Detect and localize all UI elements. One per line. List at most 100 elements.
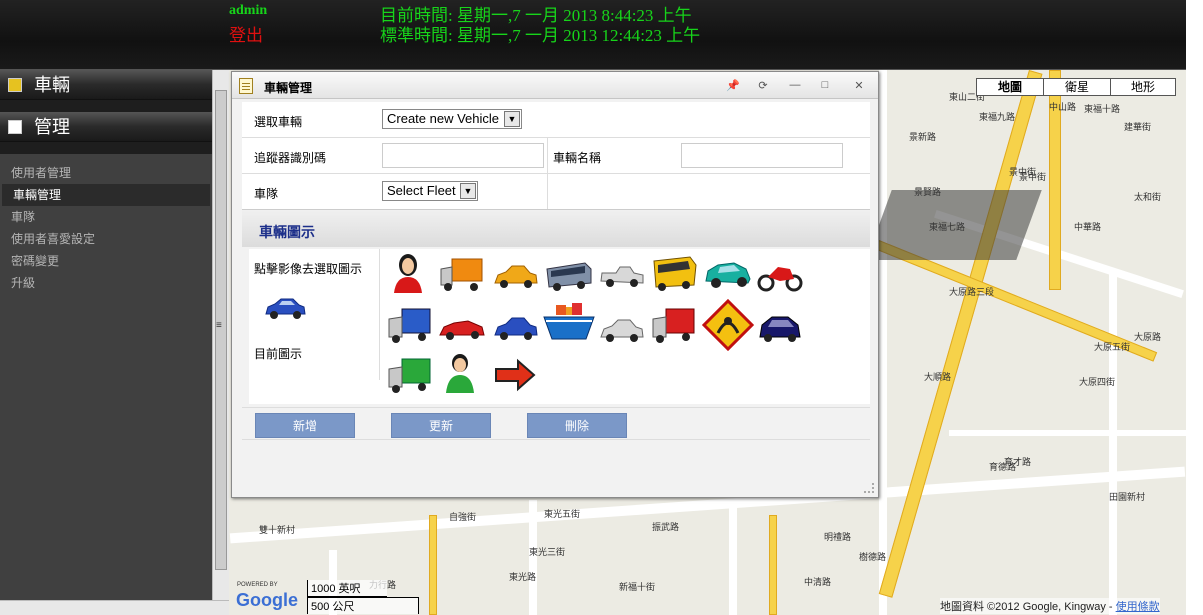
terms-link[interactable]: 使用條款	[1116, 601, 1160, 613]
dialog-titlebar[interactable]: 車輛管理 📌 ⟳ — □ ✕	[232, 72, 878, 99]
current-icon-label: 目前圖示	[254, 347, 303, 361]
car-navy-icon[interactable]	[756, 307, 804, 351]
car-teal-icon[interactable]	[704, 253, 752, 297]
map-label: 中華路	[1074, 222, 1102, 232]
fleet-dropdown[interactable]: Select Fleet ▼	[382, 181, 478, 201]
splitter-handle[interactable]: ≡	[216, 320, 222, 331]
scale-meters: 500 公尺	[307, 597, 419, 614]
refresh-icon[interactable]: ⟳	[756, 79, 770, 92]
map-label: 東光路	[509, 572, 537, 582]
car-silver-icon[interactable]	[598, 309, 646, 353]
truck-red-icon[interactable]	[650, 305, 698, 349]
sidebar-section-vehicle[interactable]: 車輛	[0, 70, 212, 100]
sidebar-scrollbar[interactable]: ≡	[212, 70, 229, 600]
map-label: 景中街	[1019, 172, 1047, 182]
map-label: 自強街	[449, 512, 477, 522]
person-green-icon[interactable]	[438, 351, 486, 395]
map-label: 東福七路	[929, 222, 966, 232]
vehicle-icon-section-header: 車輛圖示	[242, 209, 870, 247]
sidebar-gap	[0, 142, 212, 154]
current-icon-panel: 點擊影像去選取圖示 目前圖示	[249, 249, 380, 380]
map-label: 大原四街	[1079, 377, 1116, 387]
current-car-blue-icon	[265, 298, 306, 319]
select-vehicle-label: 選取車輛	[254, 115, 303, 129]
form-row-tracker: 追蹤器識別碼 車輛名稱	[242, 138, 870, 174]
resize-handle[interactable]	[864, 483, 874, 493]
sidebar-item-fleet[interactable]: 車隊	[0, 206, 212, 228]
divider	[242, 407, 870, 408]
map-road	[1109, 270, 1117, 615]
truck-green-icon[interactable]	[386, 355, 434, 399]
attribution-text: 地圖資料 ©2012 Google, Kingway -	[940, 601, 1116, 613]
map-highway	[769, 515, 777, 615]
form-row-fleet: 車隊 Select Fleet ▼	[242, 174, 870, 210]
motorcycle-red-icon[interactable]	[756, 255, 804, 299]
maximize-icon[interactable]: □	[818, 79, 832, 91]
map-label: 明禮路	[824, 532, 852, 542]
minimize-icon[interactable]: —	[788, 79, 802, 91]
map-label: 景賢路	[914, 187, 942, 197]
sidebar-section-manage[interactable]: 管理	[0, 112, 212, 142]
person-red-icon[interactable]	[386, 251, 434, 295]
sidebar-item-vehicle-management[interactable]: 車輛管理	[2, 184, 210, 206]
map-type-satellite-button[interactable]: 衛星	[1043, 78, 1111, 96]
sidebar-item-user-preferences[interactable]: 使用者喜愛設定	[0, 228, 212, 250]
vehicle-management-dialog: 車輛管理 📌 ⟳ — □ ✕ 選取車輛 Create new Vehicle ▼…	[231, 71, 879, 498]
vehicle-name-input[interactable]	[681, 143, 843, 168]
delete-button[interactable]: 刪除	[527, 413, 627, 438]
arrow-icon[interactable]	[492, 353, 540, 397]
select-vehicle-dropdown[interactable]: Create new Vehicle ▼	[382, 109, 522, 129]
car-yellow-icon[interactable]	[492, 255, 540, 299]
car-blue-icon[interactable]	[492, 307, 540, 351]
sidebar-section-vehicle-label: 車輛	[34, 75, 70, 95]
page-right-margin	[1186, 0, 1203, 615]
dialog-title: 車輛管理	[264, 81, 313, 95]
horizontal-scrollbar[interactable]	[0, 600, 229, 615]
close-icon[interactable]: ✕	[852, 79, 866, 92]
logout-link[interactable]: 登出	[229, 21, 263, 46]
standard-time: 標準時間: 星期一,7 一月 2013 12:44:23 上午	[380, 26, 701, 45]
column-divider	[547, 138, 548, 174]
pin-icon[interactable]: 📌	[726, 79, 740, 92]
google-logo[interactable]: Google	[236, 590, 298, 611]
sports-car-red-icon[interactable]	[438, 307, 486, 351]
vehicle-icon-section-title: 車輛圖示	[259, 224, 315, 240]
icon-grid	[382, 249, 862, 404]
powered-by-text: POWERED BY	[237, 582, 278, 588]
scale-feet: 1000 英呎	[307, 580, 387, 597]
map-label: 新福十街	[619, 582, 656, 592]
tracker-id-label: 追蹤器識別碼	[254, 151, 327, 165]
sidebar-item-change-password[interactable]: 密碼變更	[0, 250, 212, 272]
map-label: 中山路	[1049, 102, 1077, 112]
sidebar-item-user-management[interactable]: 使用者管理	[0, 162, 212, 184]
map-type-map-button[interactable]: 地圖	[976, 78, 1044, 96]
map-road	[879, 70, 887, 615]
map-type-terrain-button[interactable]: 地形	[1110, 78, 1176, 96]
update-button[interactable]: 更新	[391, 413, 491, 438]
map-road	[949, 430, 1186, 436]
sidebar-item-upgrade[interactable]: 升級	[0, 272, 212, 294]
fleet-label: 車隊	[254, 187, 279, 201]
fleet-value: Select Fleet	[387, 183, 456, 198]
chevron-down-icon: ▼	[504, 111, 520, 127]
truck-blue-icon[interactable]	[386, 305, 434, 349]
ship-icon[interactable]	[542, 299, 596, 351]
user-name: admin	[229, 3, 268, 18]
tracker-id-input[interactable]	[382, 143, 544, 168]
chart-icon	[8, 120, 22, 134]
map-label: 大原路三段	[949, 287, 995, 297]
add-button[interactable]: 新增	[255, 413, 355, 438]
map-label: 景新路	[909, 132, 937, 142]
map-attribution: 地圖資料 ©2012 Google, Kingway - 使用條款	[940, 598, 1160, 614]
warning-sign-icon[interactable]	[702, 299, 754, 351]
truck-orange-icon[interactable]	[438, 253, 486, 297]
pickup-silver-icon[interactable]	[598, 255, 646, 299]
map-label: 東福九路	[979, 112, 1016, 122]
chevron-down-icon: ▼	[460, 183, 476, 199]
divider	[242, 439, 870, 440]
map-label: 東光五街	[544, 509, 581, 519]
map-highway	[429, 515, 437, 615]
school-bus-icon[interactable]	[650, 251, 698, 295]
bus-icon[interactable]	[545, 255, 593, 299]
click-to-select-label: 點擊影像去選取圖示	[254, 262, 363, 276]
